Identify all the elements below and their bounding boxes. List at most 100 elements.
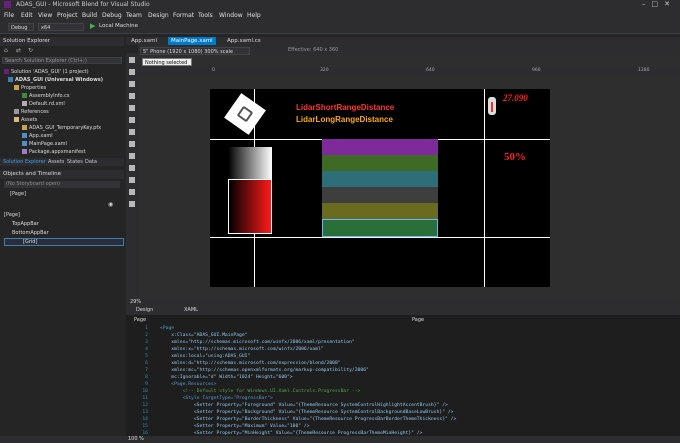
code-line[interactable]: <Page.Resources> — [160, 382, 216, 387]
pan-tool-icon[interactable] — [129, 81, 135, 87]
window-controls[interactable]: –□✕ — [642, 0, 676, 8]
object-grid-row[interactable]: [Grid] — [4, 238, 124, 246]
object-topappbar[interactable]: TopAppBar — [12, 221, 39, 227]
menu-project[interactable]: Project — [57, 12, 78, 19]
assets-tool-icon[interactable] — [129, 201, 135, 207]
progress-track[interactable] — [228, 147, 272, 179]
code-line[interactable]: <Setter Property="BorderThickness" Value… — [160, 417, 456, 422]
tree-item-solution[interactable]: Solution 'ADAS_GUI' (1 project) — [4, 69, 89, 75]
code-line[interactable]: xmlns:mc="http://schemas.openxmlformats.… — [160, 368, 369, 373]
menu-window[interactable]: Window — [219, 12, 243, 19]
storyboard-select[interactable]: (No Storyboard open) — [4, 181, 120, 188]
grid-row-line[interactable] — [210, 237, 550, 238]
menu-format[interactable]: Format — [173, 12, 194, 19]
menu-edit[interactable]: Edit — [21, 12, 33, 19]
xaml-right-crumb[interactable]: Page — [412, 317, 424, 323]
artboard[interactable]: LidarShortRangeDistance LidarLongRangeDi… — [210, 89, 550, 287]
text-tool-icon[interactable] — [129, 177, 135, 183]
grid-column-line[interactable] — [484, 89, 485, 287]
code-line[interactable]: xmlns="http://schemas.microsoft.com/winf… — [160, 340, 354, 345]
code-line[interactable]: <Setter Property="Background" Value="{Th… — [160, 410, 454, 415]
temperature-value: 27.090 — [503, 93, 528, 103]
run-target[interactable]: Local Machine — [99, 23, 138, 29]
ruler-mark: 320 — [320, 68, 329, 73]
code-line[interactable]: mc:Ignorable="d" Width="1024" Height="60… — [160, 375, 292, 380]
menu-help[interactable]: Help — [247, 12, 261, 19]
tree-item-assemblyinfo[interactable]: AssemblyInfo.cs — [22, 93, 69, 99]
tab-design[interactable]: Design — [136, 307, 153, 313]
design-zoom[interactable]: 29% — [130, 299, 141, 305]
range-bar[interactable] — [322, 139, 438, 155]
tree-item-assets[interactable]: Assets — [14, 117, 37, 123]
tree-item-project[interactable]: ADAS_GUI (Universal Windows) — [8, 77, 103, 83]
code-line[interactable]: xmlns:x="http://schemas.microsoft.com/wi… — [160, 347, 323, 352]
menu-view[interactable]: View — [38, 12, 52, 19]
range-bar[interactable] — [322, 155, 438, 171]
code-line[interactable]: <Style TargetType="ProgressBar"> — [160, 396, 273, 401]
pen-tool-icon[interactable] — [129, 141, 135, 147]
eyedropper-tool-icon[interactable] — [129, 105, 135, 111]
controls-tool-icon[interactable] — [129, 189, 135, 195]
run-icon[interactable]: ▶ — [90, 22, 95, 30]
menu-design[interactable]: Design — [148, 12, 169, 19]
direct-select-tool-icon[interactable] — [129, 69, 135, 75]
compass-widget[interactable] — [224, 93, 266, 135]
tab-assets[interactable]: Assets — [48, 159, 64, 165]
layout-panel-tool-icon[interactable] — [129, 165, 135, 171]
menu-team[interactable]: Team — [126, 12, 142, 19]
code-line[interactable]: <Setter Property="Maximum" Value="100" /… — [160, 424, 310, 429]
tree-item-manifest[interactable]: Package.appxmanifest — [22, 149, 86, 155]
object-page[interactable]: [Page] — [4, 212, 20, 218]
code-line[interactable]: xmlns:d="http://schemas.microsoft.com/ex… — [160, 361, 340, 366]
code-line[interactable]: <Setter Property="Foreground" Value="{Th… — [160, 403, 448, 408]
zoom-tool-icon[interactable] — [129, 93, 135, 99]
tab-app-xaml-cs[interactable]: App.xaml.cs — [224, 37, 264, 45]
object-bottomappbar[interactable]: BottomAppBar — [12, 230, 49, 236]
tree-item-key[interactable]: ADAS_GUI_TemporaryKey.pfx — [22, 125, 101, 131]
menu-debug[interactable]: Debug — [102, 12, 122, 19]
home-icon[interactable]: ⌂ — [4, 47, 8, 54]
sync-icon[interactable]: ⇄ — [16, 47, 21, 54]
range-bar-selected[interactable] — [322, 219, 438, 237]
range-bar[interactable] — [322, 171, 438, 187]
tab-solution-explorer[interactable]: Solution Explorer — [3, 159, 46, 165]
range-bar[interactable] — [322, 187, 438, 203]
solution-search-input[interactable]: Search Solution Explorer (Ctrl+;) — [2, 57, 122, 64]
project-icon — [8, 77, 13, 82]
tree-item-app-xaml[interactable]: App.xaml — [22, 133, 53, 139]
xaml-left-crumb[interactable]: Page — [134, 317, 146, 323]
line-number: 12 — [142, 403, 148, 408]
rectangle-tool-icon[interactable] — [129, 153, 135, 159]
gradient-tool-icon[interactable] — [129, 129, 135, 135]
config-select[interactable]: Debug — [8, 23, 34, 31]
tree-item-default-rd[interactable]: Default.rd.xml — [22, 101, 65, 107]
code-line[interactable]: <Page — [160, 326, 174, 331]
code-line[interactable]: <!-- Default style for Windows.UI.Xaml.C… — [160, 389, 361, 394]
device-select[interactable]: 5" Phone (1920 x 1080) 300% scale — [140, 47, 250, 55]
tree-item-properties[interactable]: Properties — [14, 85, 46, 91]
tree-item-references[interactable]: References — [14, 109, 49, 115]
platform-select[interactable]: x64 — [38, 23, 84, 31]
tree-item-mainpage-xaml[interactable]: MainPage.xaml — [22, 141, 67, 147]
range-bars[interactable] — [322, 139, 438, 237]
tab-app-xaml[interactable]: App.xaml — [128, 37, 160, 45]
selection-tool-icon[interactable] — [129, 57, 135, 63]
refresh-icon[interactable]: ↻ — [28, 47, 33, 54]
xml-file-icon — [22, 101, 27, 106]
code-line[interactable]: x:Class="ADAS_GUI.MainPage" — [160, 333, 247, 338]
tab-data[interactable]: Data — [85, 159, 97, 165]
range-bar[interactable] — [322, 203, 438, 219]
line-number: 2 — [145, 333, 148, 338]
editor-zoom[interactable]: 100 % — [128, 436, 144, 442]
code-line[interactable]: xmlns:local="using:ADAS_GUI" — [160, 354, 250, 359]
menu-file[interactable]: File — [4, 12, 14, 19]
menu-build[interactable]: Build — [82, 12, 97, 19]
tab-mainpage-xaml[interactable]: MainPage.xaml — [168, 37, 216, 45]
tab-states[interactable]: States — [67, 159, 83, 165]
menu-tools[interactable]: Tools — [198, 12, 213, 19]
xaml-editor[interactable]: 1 2 3 4 5 6 7 8 9 10 11 12 13 14 15 16 <… — [126, 324, 680, 436]
eye-icon[interactable]: ◉ — [108, 201, 113, 208]
tab-xaml[interactable]: XAML — [184, 307, 198, 313]
progress-fill[interactable] — [228, 179, 272, 234]
paint-bucket-tool-icon[interactable] — [129, 117, 135, 123]
